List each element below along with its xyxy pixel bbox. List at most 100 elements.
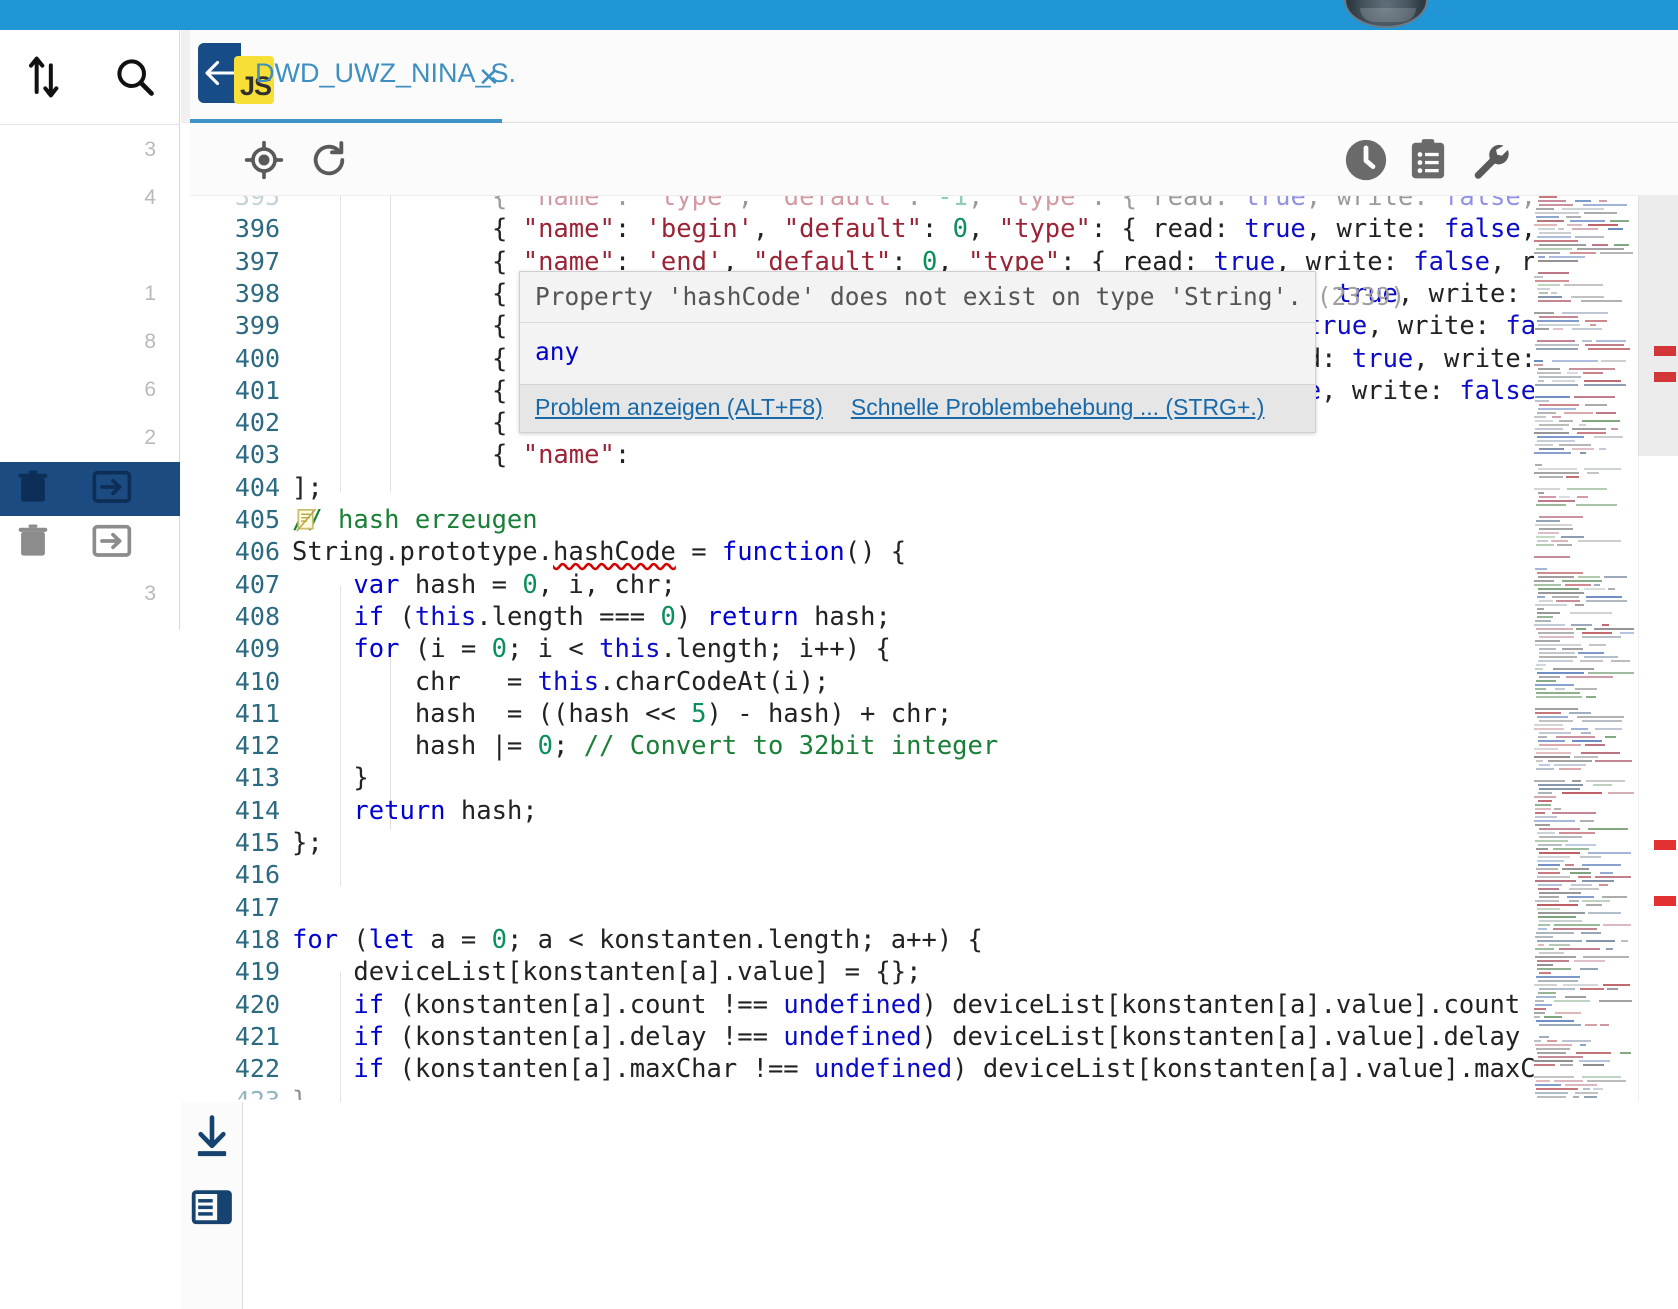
minimap-line (1537, 340, 1575, 342)
sidebar-row[interactable] (0, 516, 180, 570)
code-line[interactable]: hash |= 0; // Convert to 32bit integer (292, 731, 998, 761)
code-line[interactable]: deviceList[konstanten[a].value] = {}; (292, 957, 921, 987)
overview-marker[interactable] (1654, 896, 1676, 906)
wrench-icon[interactable] (1468, 138, 1512, 182)
minimap-line (1554, 1000, 1590, 1002)
minimap-line (1535, 396, 1570, 398)
sidebar-row-selected[interactable] (0, 462, 180, 516)
minimap-line (1559, 948, 1600, 950)
code-line[interactable]: { "name": 'type', "default": -1, "type":… (492, 196, 1678, 212)
count-badge: 3 (144, 138, 156, 161)
minimap-line (1538, 468, 1577, 470)
minimap-line (1586, 596, 1622, 598)
code-line[interactable]: if (konstanten[a].maxChar !== undefined)… (292, 1054, 1612, 1084)
minimap-line (1537, 236, 1571, 238)
minimap-line (1534, 472, 1579, 474)
hover-card-actions: Problem anzeigen (ALT+F8) Schnelle Probl… (520, 384, 1315, 432)
export-icon[interactable] (92, 524, 132, 563)
code-line[interactable]: if (this.length === 0) return hash; (292, 602, 890, 632)
list-item[interactable]: 3 (0, 126, 180, 174)
minimap-line (1539, 648, 1556, 650)
line-number: 400 (234, 343, 280, 373)
minimap-line (1539, 636, 1574, 638)
error-hover-card[interactable]: Property 'hashCode' does not exist on ty… (519, 271, 1405, 433)
code-line[interactable]: String.prototype.hashCode = function() { (292, 537, 906, 567)
minimap-line (1534, 452, 1571, 454)
minimap-line (1549, 256, 1585, 258)
minimap-line (1539, 720, 1573, 722)
code-line[interactable]: // hash erzeugen (292, 505, 538, 535)
minimap-line (1572, 328, 1602, 330)
minimap-line (1535, 280, 1569, 282)
count-badge: 3 (144, 582, 156, 605)
count-badge: 6 (144, 378, 156, 401)
minimap-line (1607, 988, 1618, 990)
export-icon[interactable] (92, 470, 132, 509)
code-line[interactable]: if (konstanten[a].delay !== undefined) d… (292, 1022, 1627, 1052)
code-line[interactable]: if (konstanten[a].count !== undefined) d… (292, 990, 1627, 1020)
trash-icon[interactable] (16, 522, 50, 565)
code-line[interactable]: chr = this.charCodeAt(i); (292, 667, 830, 697)
layout-panel-icon[interactable] (181, 1172, 243, 1242)
minimap-line (1538, 944, 1544, 946)
minimap-line (1565, 1084, 1597, 1086)
code-line[interactable]: var hash = 0, i, chr; (292, 570, 675, 600)
code-line[interactable]: } (292, 763, 368, 793)
locate-cursor-icon[interactable] (242, 138, 286, 182)
overview-ruler[interactable] (1638, 196, 1678, 1131)
code-line[interactable]: }; (292, 828, 323, 858)
minimap-line (1534, 276, 1543, 278)
minimap-line (1567, 224, 1582, 226)
minimap-line (1538, 928, 1547, 930)
minimap-line (1535, 568, 1547, 570)
overview-marker[interactable] (1654, 840, 1676, 850)
minimap-line (1601, 360, 1626, 362)
list-item[interactable]: 3 (0, 570, 180, 618)
minimap-line (1534, 748, 1558, 750)
minimap-line (1534, 360, 1543, 362)
list-item[interactable]: 2 (0, 414, 180, 462)
search-icon[interactable] (108, 50, 162, 104)
minimap-line (1538, 532, 1559, 534)
minimap-line (1582, 1076, 1621, 1078)
show-problem-link[interactable]: Problem anzeigen (ALT+F8) (535, 394, 823, 421)
list-item[interactable]: 6 (0, 366, 180, 414)
code-line[interactable]: ]; (292, 473, 323, 503)
minimap-line (1534, 1016, 1540, 1018)
list-item[interactable]: 8 (0, 318, 180, 366)
minimap-line (1535, 812, 1545, 814)
bottom-left-panel (181, 1102, 243, 1309)
minimap-line (1584, 656, 1618, 658)
code-line[interactable]: for (i = 0; i < this.length; i++) { (292, 634, 890, 664)
line-number: 397 (234, 246, 280, 276)
minimap-line (1566, 216, 1581, 218)
clipboard-list-icon[interactable] (1406, 138, 1450, 182)
minimap-line (1580, 660, 1603, 662)
overview-slider[interactable] (1638, 196, 1678, 456)
minimap-line (1538, 888, 1559, 890)
list-item[interactable]: 4 (0, 174, 180, 222)
refresh-icon[interactable] (307, 138, 351, 182)
code-line[interactable]: for (let a = 0; a < konstanten.length; a… (292, 925, 983, 955)
clock-icon[interactable] (1344, 138, 1388, 182)
minimap-line (1534, 724, 1563, 726)
minimap-line (1562, 868, 1589, 870)
minimap-line (1565, 844, 1596, 846)
minimap-line (1539, 972, 1551, 974)
code-line[interactable]: { "name": 'begin', "default": 0, "type":… (492, 214, 1678, 244)
minimap-line (1537, 572, 1583, 574)
minimap-line (1558, 228, 1564, 230)
editor-tab[interactable]: JS DWD_UWZ_NINA_S. ✕ (190, 30, 516, 123)
minimap-line (1539, 292, 1548, 294)
list-item[interactable]: 1 (0, 270, 180, 318)
trash-icon[interactable] (16, 468, 50, 511)
code-line[interactable]: return hash; (292, 796, 537, 826)
sort-updown-icon[interactable] (18, 50, 72, 104)
code-minimap[interactable] (1534, 196, 1638, 1131)
code-line[interactable]: { "name": le: "valu (492, 440, 1678, 470)
download-icon[interactable] (181, 1102, 243, 1172)
minimap-line (1539, 892, 1581, 894)
quick-fix-link[interactable]: Schnelle Problembehebung ... (STRG+.) (851, 394, 1265, 421)
code-line[interactable]: hash = ((hash << 5) - hash) + chr; (292, 699, 952, 729)
close-icon[interactable]: ✕ (478, 62, 500, 93)
